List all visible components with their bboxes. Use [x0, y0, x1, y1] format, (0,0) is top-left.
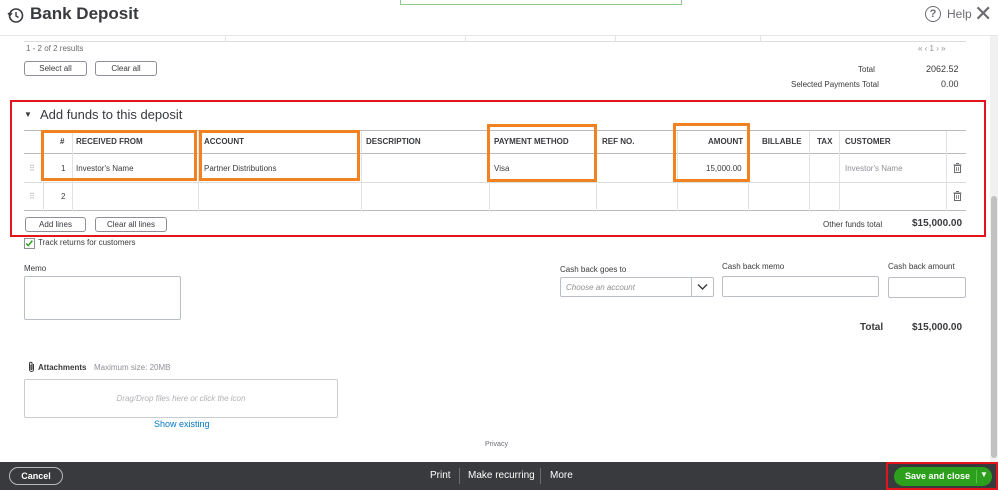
print-button[interactable]: Print [430, 470, 451, 481]
attachments-label: Attachments [38, 363, 87, 372]
annotation-account [199, 130, 360, 181]
divider [465, 36, 466, 42]
notification-banner [400, 0, 682, 5]
help-label: Help [947, 7, 972, 21]
section-title: Add funds to this deposit [40, 107, 183, 122]
save-and-close-button[interactable]: Save and close ▼ [894, 467, 992, 486]
other-funds-value: $15,000.00 [912, 218, 963, 229]
row-divider [24, 182, 966, 183]
clear-all-button[interactable]: Clear all [95, 61, 157, 76]
scrollbar-thumb[interactable] [991, 196, 997, 458]
col-header-description: DESCRIPTION [366, 137, 421, 146]
col-header-billable: BILLABLE [762, 137, 802, 146]
help-icon: ? [925, 6, 941, 22]
attachments-dropzone[interactable]: Drag/Drop files here or click the icon [24, 379, 338, 418]
cash-back-account-placeholder: Choose an account [566, 283, 635, 292]
delete-row-2-icon[interactable] [953, 191, 962, 201]
make-recurring-button[interactable]: Make recurring [468, 470, 535, 481]
check-icon [25, 240, 33, 247]
footer-separator [459, 468, 460, 484]
footer-bar: Cancel Print Make recurring More [0, 462, 998, 490]
cash-back-amount-field[interactable] [888, 277, 966, 298]
total-value: $15,000.00 [912, 322, 963, 333]
privacy-link[interactable]: Privacy [485, 441, 508, 448]
footer-separator [540, 468, 541, 484]
clear-all-lines-button[interactable]: Clear all lines [95, 217, 167, 232]
divider [361, 131, 362, 211]
drag-handle-icon[interactable]: ⠿ [29, 164, 35, 173]
divider [839, 131, 840, 211]
delete-row-1-icon[interactable] [953, 163, 962, 173]
divider [615, 36, 616, 42]
summary-total-label: Total [858, 65, 875, 74]
select-divider [691, 278, 692, 296]
divider [809, 131, 810, 211]
cancel-button[interactable]: Cancel [9, 467, 63, 485]
cash-back-amount-label: Cash back amount [888, 262, 955, 271]
scrollbar[interactable] [990, 36, 998, 462]
selected-payments-value: 0.00 [941, 79, 959, 89]
col-header-customer: CUSTOMER [845, 137, 891, 146]
results-count: 1 - 2 of 2 results [26, 44, 84, 53]
annotation-received-from [41, 130, 197, 181]
divider [946, 131, 947, 211]
pagination[interactable]: « ‹ 1 › » [918, 44, 946, 53]
track-returns-label: Track returns for customers [38, 238, 136, 247]
other-funds-label: Other funds total [823, 220, 883, 229]
cash-back-goes-to-label: Cash back goes to [560, 265, 627, 274]
save-options-caret-icon[interactable]: ▼ [980, 470, 988, 479]
more-button[interactable]: More [550, 470, 573, 481]
page-title: Bank Deposit [30, 4, 139, 23]
payments-table-bottom [24, 36, 966, 42]
cash-back-memo-field[interactable] [722, 276, 879, 297]
collapse-icon[interactable]: ▼ [24, 110, 32, 119]
cash-back-account-select[interactable]: Choose an account [560, 277, 714, 297]
col-header-tax: TAX [817, 137, 833, 146]
help-button[interactable]: ? Help [925, 6, 972, 22]
track-returns-checkbox[interactable] [24, 238, 35, 249]
recent-transactions-icon[interactable] [7, 7, 24, 24]
summary-total-value: 2062.52 [926, 64, 959, 74]
memo-field[interactable] [24, 276, 181, 320]
save-split-divider [976, 470, 977, 483]
chevron-down-icon[interactable] [697, 283, 708, 291]
add-lines-button[interactable]: Add lines [25, 217, 86, 232]
paperclip-icon[interactable] [27, 361, 36, 373]
divider [760, 36, 761, 42]
annotation-amount [673, 123, 750, 182]
save-and-close-label: Save and close [905, 471, 971, 481]
attachments-max-size: Maximum size: 20MB [94, 363, 171, 372]
cash-back-memo-label: Cash back memo [722, 262, 785, 271]
close-icon[interactable]: ✕ [974, 3, 992, 25]
memo-label: Memo [24, 264, 47, 273]
total-label: Total [860, 322, 884, 333]
dropzone-text: Drag/Drop files here or click the icon [116, 394, 246, 403]
drag-handle-icon[interactable]: ⠿ [29, 192, 35, 201]
selected-payments-label: Selected Payments Total [791, 80, 879, 89]
header-bar: Bank Deposit ? Help ✕ [0, 0, 998, 36]
col-header-ref-no: REF NO. [602, 137, 635, 146]
annotation-payment-method [487, 124, 597, 182]
divider [225, 36, 226, 42]
select-all-button[interactable]: Select all [24, 61, 87, 76]
row-1-customer[interactable]: Investor's Name [845, 164, 903, 173]
show-existing-link[interactable]: Show existing [154, 419, 210, 429]
row-2-num: 2 [61, 192, 66, 201]
